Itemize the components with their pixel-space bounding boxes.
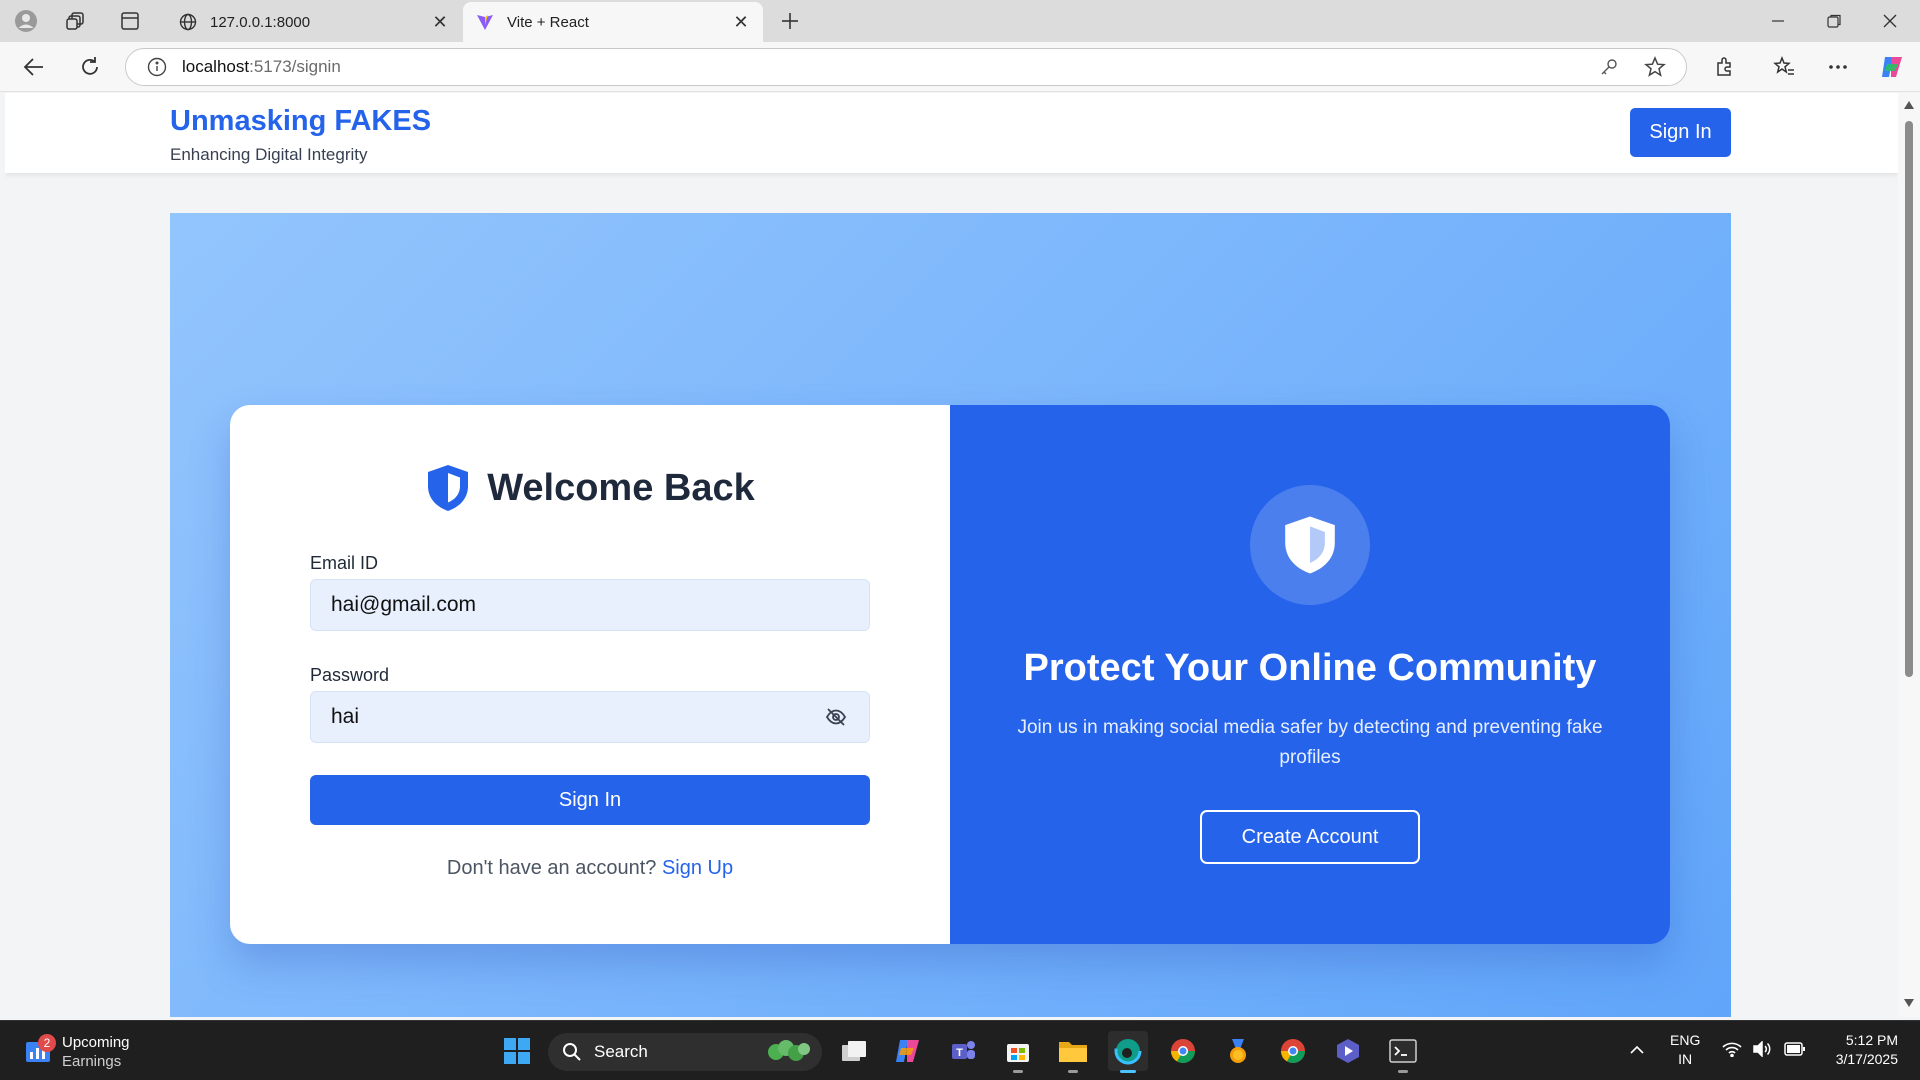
taskbar: 2 Upcoming Earnings Search T ENG IN 5:12… [0, 1020, 1920, 1080]
password-label: Password [310, 665, 390, 685]
shield-icon [428, 465, 469, 511]
task-view-icon[interactable] [834, 1031, 874, 1071]
running-indicator [1398, 1070, 1408, 1073]
copilot-icon[interactable] [1876, 51, 1908, 83]
widgets-button[interactable]: 2 Upcoming Earnings [24, 1033, 130, 1071]
tab-title: 127.0.0.1:8000 [210, 13, 311, 31]
clover-decoration-icon [768, 1040, 810, 1061]
restore-icon[interactable] [1806, 0, 1862, 42]
close-window-icon[interactable] [1862, 0, 1918, 42]
search-icon [563, 1043, 581, 1061]
promo-panel: Protect Your Online Community Join us in… [950, 405, 1670, 944]
teams-icon[interactable]: T [943, 1031, 983, 1071]
volume-icon[interactable] [1752, 1040, 1772, 1062]
promo-title: Protect Your Online Community [1023, 647, 1597, 689]
vertical-tabs-icon[interactable] [116, 7, 144, 35]
favorite-star-icon[interactable] [1640, 52, 1670, 82]
promo-description: Join us in making social media safer by … [1017, 717, 1603, 768]
promo-icon-circle [1250, 485, 1370, 605]
close-tab-icon[interactable]: ✕ [430, 12, 450, 32]
running-indicator [1120, 1070, 1136, 1073]
password-key-icon[interactable] [1594, 52, 1624, 82]
auth-card: Welcome Back Email ID Password Sign In D… [230, 405, 1670, 944]
notification-badge: 2 [38, 1034, 56, 1052]
minimize-icon[interactable] [1750, 0, 1806, 42]
scrollbar-thumb[interactable] [1905, 121, 1913, 677]
extensions-icon[interactable] [1708, 51, 1740, 83]
header-sign-in-button[interactable]: Sign In [1630, 108, 1731, 157]
show-hidden-icons-chevron-icon[interactable] [1630, 1041, 1644, 1060]
region-label: IN [1678, 1051, 1693, 1067]
shield-icon [1285, 516, 1335, 574]
browser-toolbar: localhost:5173/signin [0, 42, 1920, 92]
workspaces-icon[interactable] [62, 7, 90, 35]
refresh-icon[interactable] [74, 51, 106, 83]
file-explorer-icon[interactable] [1053, 1031, 1093, 1073]
welcome-heading-row: Welcome Back [230, 463, 950, 513]
language-label: ENG [1670, 1032, 1701, 1048]
terminal-icon[interactable] [1383, 1031, 1423, 1073]
scroll-down-arrow-icon[interactable] [1903, 997, 1915, 1009]
widget-subtitle: Earnings [62, 1053, 122, 1070]
language-indicator[interactable]: ENG IN [1670, 1031, 1700, 1069]
scroll-up-arrow-icon[interactable] [1903, 99, 1915, 111]
tab-localhost-8000[interactable]: 127.0.0.1:8000 ✕ [166, 2, 462, 42]
hero-background: Welcome Back Email ID Password Sign In D… [170, 213, 1731, 1017]
search-label: Search [594, 1042, 648, 1061]
signup-prompt: Don't have an account? Sign Up [230, 857, 950, 880]
start-windows-icon[interactable] [497, 1031, 537, 1071]
clock-time: 5:12 PM [1845, 1032, 1898, 1048]
tab-vite-react[interactable]: Vite + React ✕ [463, 2, 763, 42]
site-header: Unmasking FAKES Enhancing Digital Integr… [5, 93, 1898, 173]
back-arrow-icon[interactable] [18, 51, 50, 83]
profile-icon[interactable] [12, 7, 40, 35]
copilot-app-icon[interactable] [888, 1031, 928, 1071]
page-viewport: Unmasking FAKES Enhancing Digital Integr… [5, 93, 1898, 1017]
page-scrollbar[interactable] [1898, 93, 1920, 1017]
clock-date: 3/17/2025 [1835, 1051, 1898, 1067]
eye-off-icon[interactable] [823, 704, 849, 730]
sign-in-button[interactable]: Sign In [310, 775, 870, 825]
close-tab-icon[interactable]: ✕ [731, 12, 751, 32]
site-info-icon[interactable] [146, 56, 168, 78]
email-field[interactable] [310, 579, 870, 631]
brand-subtitle: Enhancing Digital Integrity [170, 145, 368, 164]
browser-tab-strip: 127.0.0.1:8000 ✕ Vite + React ✕ [0, 0, 1920, 42]
running-indicator [1013, 1070, 1023, 1073]
password-field[interactable] [310, 691, 870, 743]
edge-browser-icon[interactable] [1108, 1031, 1148, 1073]
signin-panel: Welcome Back Email ID Password Sign In D… [230, 405, 950, 944]
signup-prompt-text: Don't have an account? [446, 857, 657, 879]
tab-title: Vite + React [507, 13, 589, 31]
widget-title: Upcoming [62, 1034, 130, 1051]
stocks-widget-icon: 2 [24, 1034, 56, 1066]
taskbar-search[interactable]: Search [548, 1033, 822, 1071]
favorites-icon[interactable] [1768, 51, 1800, 83]
battery-icon[interactable] [1784, 1042, 1806, 1061]
welcome-heading: Welcome Back [487, 466, 755, 509]
globe-icon [178, 12, 198, 32]
chrome-icon[interactable] [1273, 1031, 1313, 1071]
clock[interactable]: 5:12 PM 3/17/2025 [1826, 1031, 1898, 1069]
url-text[interactable]: localhost:5173/signin [182, 57, 1594, 77]
store-icon[interactable] [998, 1031, 1038, 1073]
create-account-button[interactable]: Create Account [1200, 810, 1420, 864]
more-menu-icon[interactable] [1822, 51, 1854, 83]
vite-logo-icon [475, 12, 495, 32]
medal-app-icon[interactable] [1218, 1031, 1258, 1071]
svg-text:T: T [956, 1047, 963, 1059]
brand-title[interactable]: Unmasking FAKES [170, 105, 431, 138]
email-label: Email ID [310, 553, 379, 573]
new-tab-icon[interactable] [776, 7, 804, 35]
power-automate-icon[interactable] [1328, 1031, 1368, 1071]
wifi-icon[interactable] [1722, 1041, 1742, 1062]
running-indicator [1068, 1070, 1078, 1073]
password-input[interactable] [331, 705, 823, 729]
sign-up-link[interactable]: Sign Up [662, 857, 733, 879]
email-input[interactable] [331, 593, 849, 617]
address-bar[interactable]: localhost:5173/signin [125, 48, 1687, 86]
chrome-profile-icon[interactable] [1163, 1031, 1203, 1071]
